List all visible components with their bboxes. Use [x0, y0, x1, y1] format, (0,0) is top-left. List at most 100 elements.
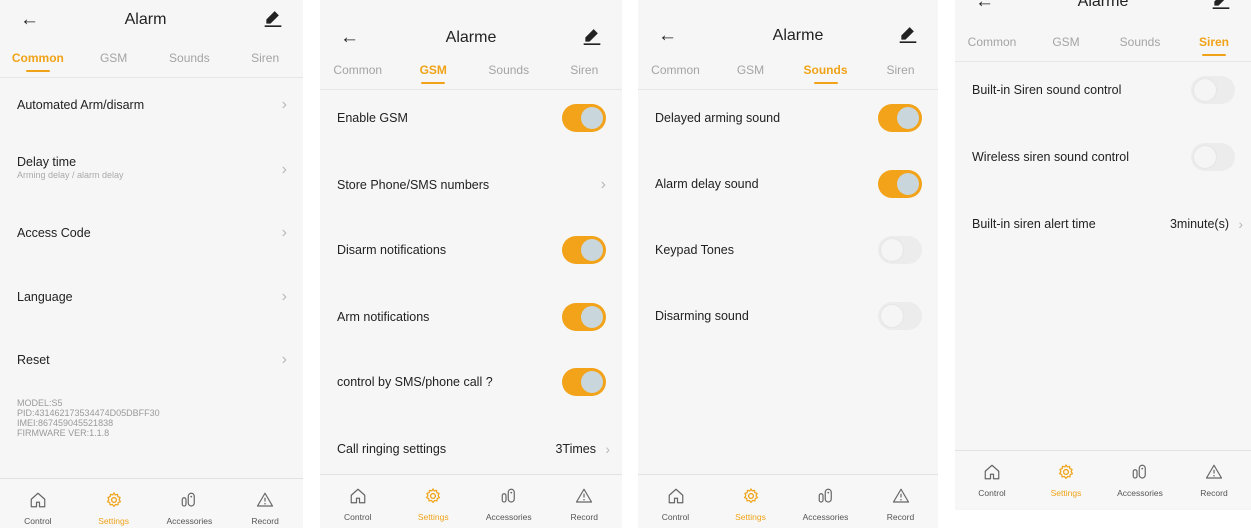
disarm-notifications-row: Disarm notifications: [320, 230, 622, 270]
row-label: Keypad Tones: [655, 243, 734, 257]
settings-screen-gsm: ← Alarme Common GSM Sounds Siren Enable …: [320, 0, 622, 528]
call-ringing-settings-row[interactable]: Call ringing settings 3Times ›: [320, 429, 622, 469]
nav-settings[interactable]: Settings: [1029, 451, 1103, 507]
warning-triangle-icon: [575, 487, 593, 505]
tab-gsm[interactable]: GSM: [1029, 32, 1103, 52]
nav-control[interactable]: Control: [638, 475, 713, 528]
tab-gsm[interactable]: GSM: [713, 60, 788, 80]
alarm-delay-sound-toggle[interactable]: [878, 170, 922, 198]
pencil-icon[interactable]: [263, 6, 283, 28]
enable-gsm-toggle[interactable]: [562, 104, 606, 132]
app-header: ← Alarme: [638, 16, 938, 56]
row-label: Built-in siren alert time: [972, 217, 1096, 231]
enable-gsm-row: Enable GSM: [320, 98, 622, 138]
store-phone-sms-row[interactable]: Store Phone/SMS numbers ›: [320, 165, 622, 205]
tab-underline: [1202, 54, 1226, 56]
row-label: control by SMS/phone call ?: [337, 375, 493, 389]
tab-siren[interactable]: Siren: [547, 60, 623, 80]
row-sublabel: Arming delay / alarm delay: [17, 170, 124, 180]
row-label: Built-in Siren sound control: [972, 83, 1122, 97]
tab-underline: [421, 82, 446, 84]
row-label: Alarm delay sound: [655, 177, 759, 191]
firmware-info-line: FIRMWARE VER:1.1.8: [17, 428, 110, 438]
tab-bar: Common GSM Sounds Siren: [638, 60, 938, 90]
nav-accessories[interactable]: Accessories: [788, 475, 863, 528]
pencil-icon[interactable]: [582, 24, 602, 46]
tab-sounds[interactable]: Sounds: [152, 48, 228, 68]
disarm-notifications-toggle[interactable]: [562, 236, 606, 264]
row-label: Access Code: [17, 226, 91, 240]
sensor-icon: [817, 487, 835, 505]
home-icon: [983, 463, 1001, 481]
nav-record[interactable]: Record: [227, 479, 303, 528]
disarming-sound-toggle[interactable]: [878, 302, 922, 330]
automated-arm-disarm-row[interactable]: Automated Arm/disarm ›: [0, 85, 303, 125]
tab-siren[interactable]: Siren: [227, 48, 303, 68]
tab-siren[interactable]: Siren: [1177, 32, 1251, 56]
keypad-tones-toggle[interactable]: [878, 236, 922, 264]
tab-sounds[interactable]: Sounds: [471, 60, 547, 80]
tab-bar: Common GSM Sounds Siren: [320, 60, 622, 90]
access-code-row[interactable]: Access Code ›: [0, 213, 303, 253]
row-label: Automated Arm/disarm: [17, 98, 145, 112]
row-label: Store Phone/SMS numbers: [337, 178, 490, 192]
tab-common[interactable]: Common: [0, 48, 76, 72]
tab-common[interactable]: Common: [955, 32, 1029, 52]
home-icon: [667, 487, 685, 505]
siren-alert-time-row[interactable]: Built-in siren alert time 3minute(s) ›: [955, 204, 1251, 244]
app-header: ← Alarm: [0, 0, 303, 40]
pid-info-line: PID:431462173534474D05DBFF30: [17, 408, 160, 418]
warning-triangle-icon: [1205, 463, 1223, 481]
tab-gsm[interactable]: GSM: [396, 60, 472, 84]
nav-record[interactable]: Record: [547, 475, 623, 528]
delayed-arming-sound-toggle[interactable]: [878, 104, 922, 132]
nav-settings[interactable]: Settings: [76, 479, 152, 528]
pencil-icon[interactable]: [1211, 0, 1231, 10]
delay-time-row[interactable]: Delay time Arming delay / alarm delay ›: [0, 150, 303, 190]
row-label: Wireless siren sound control: [972, 150, 1130, 164]
built-in-siren-control-toggle[interactable]: [1191, 76, 1235, 104]
tab-sounds[interactable]: Sounds: [1103, 32, 1177, 52]
alarm-delay-sound-row: Alarm delay sound: [638, 164, 938, 204]
nav-settings[interactable]: Settings: [713, 475, 788, 528]
nav-accessories[interactable]: Accessories: [152, 479, 228, 528]
pencil-icon[interactable]: [898, 22, 918, 44]
nav-control[interactable]: Control: [0, 479, 76, 528]
nav-accessories[interactable]: Accessories: [471, 475, 547, 528]
reset-row[interactable]: Reset ›: [0, 340, 303, 380]
app-header: ← Alarme: [955, 0, 1251, 22]
built-in-siren-control-row: Built-in Siren sound control: [955, 70, 1251, 110]
wireless-siren-control-row: Wireless siren sound control: [955, 137, 1251, 177]
tab-sounds[interactable]: Sounds: [788, 60, 863, 84]
nav-accessories[interactable]: Accessories: [1103, 451, 1177, 507]
settings-screen-siren: ← Alarme Common GSM Sounds Siren Built-i…: [955, 0, 1251, 510]
app-header: ← Alarme: [320, 18, 622, 58]
sensor-icon: [180, 491, 198, 509]
tab-common[interactable]: Common: [638, 60, 713, 80]
bottom-nav: Control Settings Accessories Record: [638, 474, 938, 528]
row-label: Language: [17, 290, 73, 304]
tab-common[interactable]: Common: [320, 60, 396, 80]
page-title: Alarm: [124, 11, 167, 28]
nav-settings[interactable]: Settings: [396, 475, 472, 528]
delayed-arming-sound-row: Delayed arming sound: [638, 98, 938, 138]
wireless-siren-control-toggle[interactable]: [1191, 143, 1235, 171]
arm-notifications-toggle[interactable]: [562, 303, 606, 331]
nav-control[interactable]: Control: [955, 451, 1029, 507]
arm-notifications-row: Arm notifications: [320, 297, 622, 337]
tab-underline: [25, 70, 50, 72]
chevron-right-icon: ›: [605, 441, 610, 457]
nav-control[interactable]: Control: [320, 475, 396, 528]
row-label: Reset: [17, 353, 50, 367]
gear-icon: [105, 491, 123, 509]
tab-gsm[interactable]: GSM: [76, 48, 152, 68]
nav-record[interactable]: Record: [863, 475, 938, 528]
nav-record[interactable]: Record: [1177, 451, 1251, 507]
row-label: Disarming sound: [655, 309, 749, 323]
sms-phone-control-toggle[interactable]: [562, 368, 606, 396]
tab-underline: [813, 82, 838, 84]
tab-siren[interactable]: Siren: [863, 60, 938, 80]
language-row[interactable]: Language ›: [0, 277, 303, 317]
home-icon: [349, 487, 367, 505]
sensor-icon: [1131, 463, 1149, 481]
